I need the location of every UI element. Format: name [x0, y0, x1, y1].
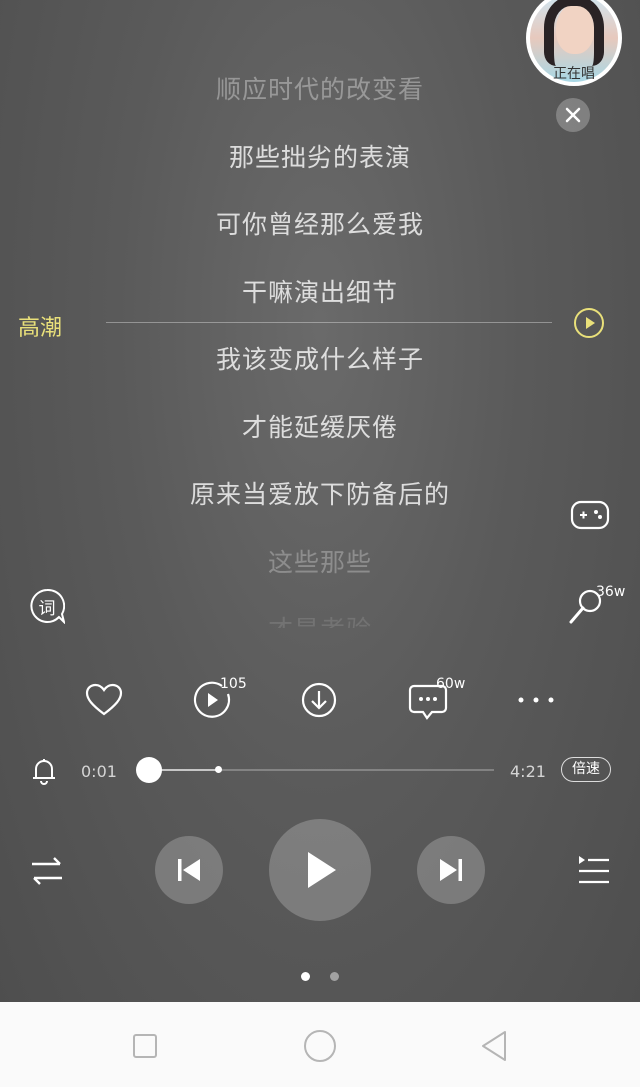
lyric-line[interactable]: 才能延缓厌倦: [0, 408, 640, 444]
comment-count: 60w: [436, 676, 466, 692]
next-button[interactable]: [417, 836, 485, 904]
square-icon: [133, 1034, 157, 1058]
climax-label[interactable]: 高潮: [18, 310, 62, 342]
lyric-line[interactable]: 那些拙劣的表演: [0, 138, 640, 174]
repeat-order-icon: [32, 857, 62, 885]
back-triangle-icon: [482, 1031, 506, 1061]
play-circle-icon: [574, 308, 604, 338]
buffer-marker: [215, 766, 222, 773]
gamepad-icon: [570, 500, 610, 530]
page-dot-active: [301, 972, 310, 981]
share-button[interactable]: 105: [192, 676, 252, 720]
lyric-line[interactable]: 干嘛演出细节: [0, 273, 640, 309]
sing-count: 36w: [596, 584, 626, 600]
back-button[interactable]: [480, 1030, 508, 1062]
system-nav-bar: [0, 1002, 640, 1087]
lyric-button[interactable]: 词: [29, 588, 65, 624]
skip-previous-icon: [178, 859, 200, 881]
sing-button[interactable]: 36w: [566, 584, 630, 628]
skip-next-icon: [440, 859, 462, 881]
lyric-button-label: 词: [38, 599, 56, 619]
play-icon: [308, 852, 336, 888]
climax-play-button[interactable]: [573, 307, 605, 339]
recent-apps-button[interactable]: [133, 1034, 157, 1058]
circle-icon: [304, 1030, 336, 1062]
current-time: 0:01: [81, 762, 117, 781]
lyric-line[interactable]: 才是考验: [0, 610, 640, 628]
play-button[interactable]: [269, 819, 371, 921]
lyric-line[interactable]: 这些那些: [0, 543, 640, 579]
alarm-button[interactable]: [30, 756, 58, 786]
lyric-line[interactable]: 顺应时代的改变看: [0, 70, 640, 106]
comment-button[interactable]: 60w: [408, 676, 470, 722]
playlist-icon: [579, 856, 609, 884]
lyric-line[interactable]: 我该变成什么样子: [0, 340, 640, 376]
total-time: 4:21: [510, 762, 546, 781]
lyric-line[interactable]: 原来当爱放下防备后的: [0, 475, 640, 511]
bell-icon: [33, 759, 55, 785]
more-button[interactable]: [516, 690, 556, 710]
speed-button[interactable]: 倍速: [561, 757, 611, 782]
download-icon: [301, 682, 337, 718]
more-dots-icon: [518, 697, 554, 703]
shuffle-button[interactable]: [29, 853, 65, 889]
game-button[interactable]: [570, 498, 610, 532]
climax-line: [106, 322, 552, 323]
playlist-button[interactable]: [576, 853, 612, 889]
page-dot: [330, 972, 339, 981]
like-button[interactable]: [84, 682, 124, 718]
lyric-line[interactable]: 可你曾经那么爱我: [0, 205, 640, 241]
previous-button[interactable]: [155, 836, 223, 904]
share-count: 105: [220, 676, 247, 692]
progress-track[interactable]: [136, 757, 494, 783]
home-button[interactable]: [303, 1029, 337, 1063]
heart-icon: [85, 683, 123, 716]
progress-thumb[interactable]: [136, 757, 163, 783]
download-button[interactable]: [300, 681, 338, 719]
